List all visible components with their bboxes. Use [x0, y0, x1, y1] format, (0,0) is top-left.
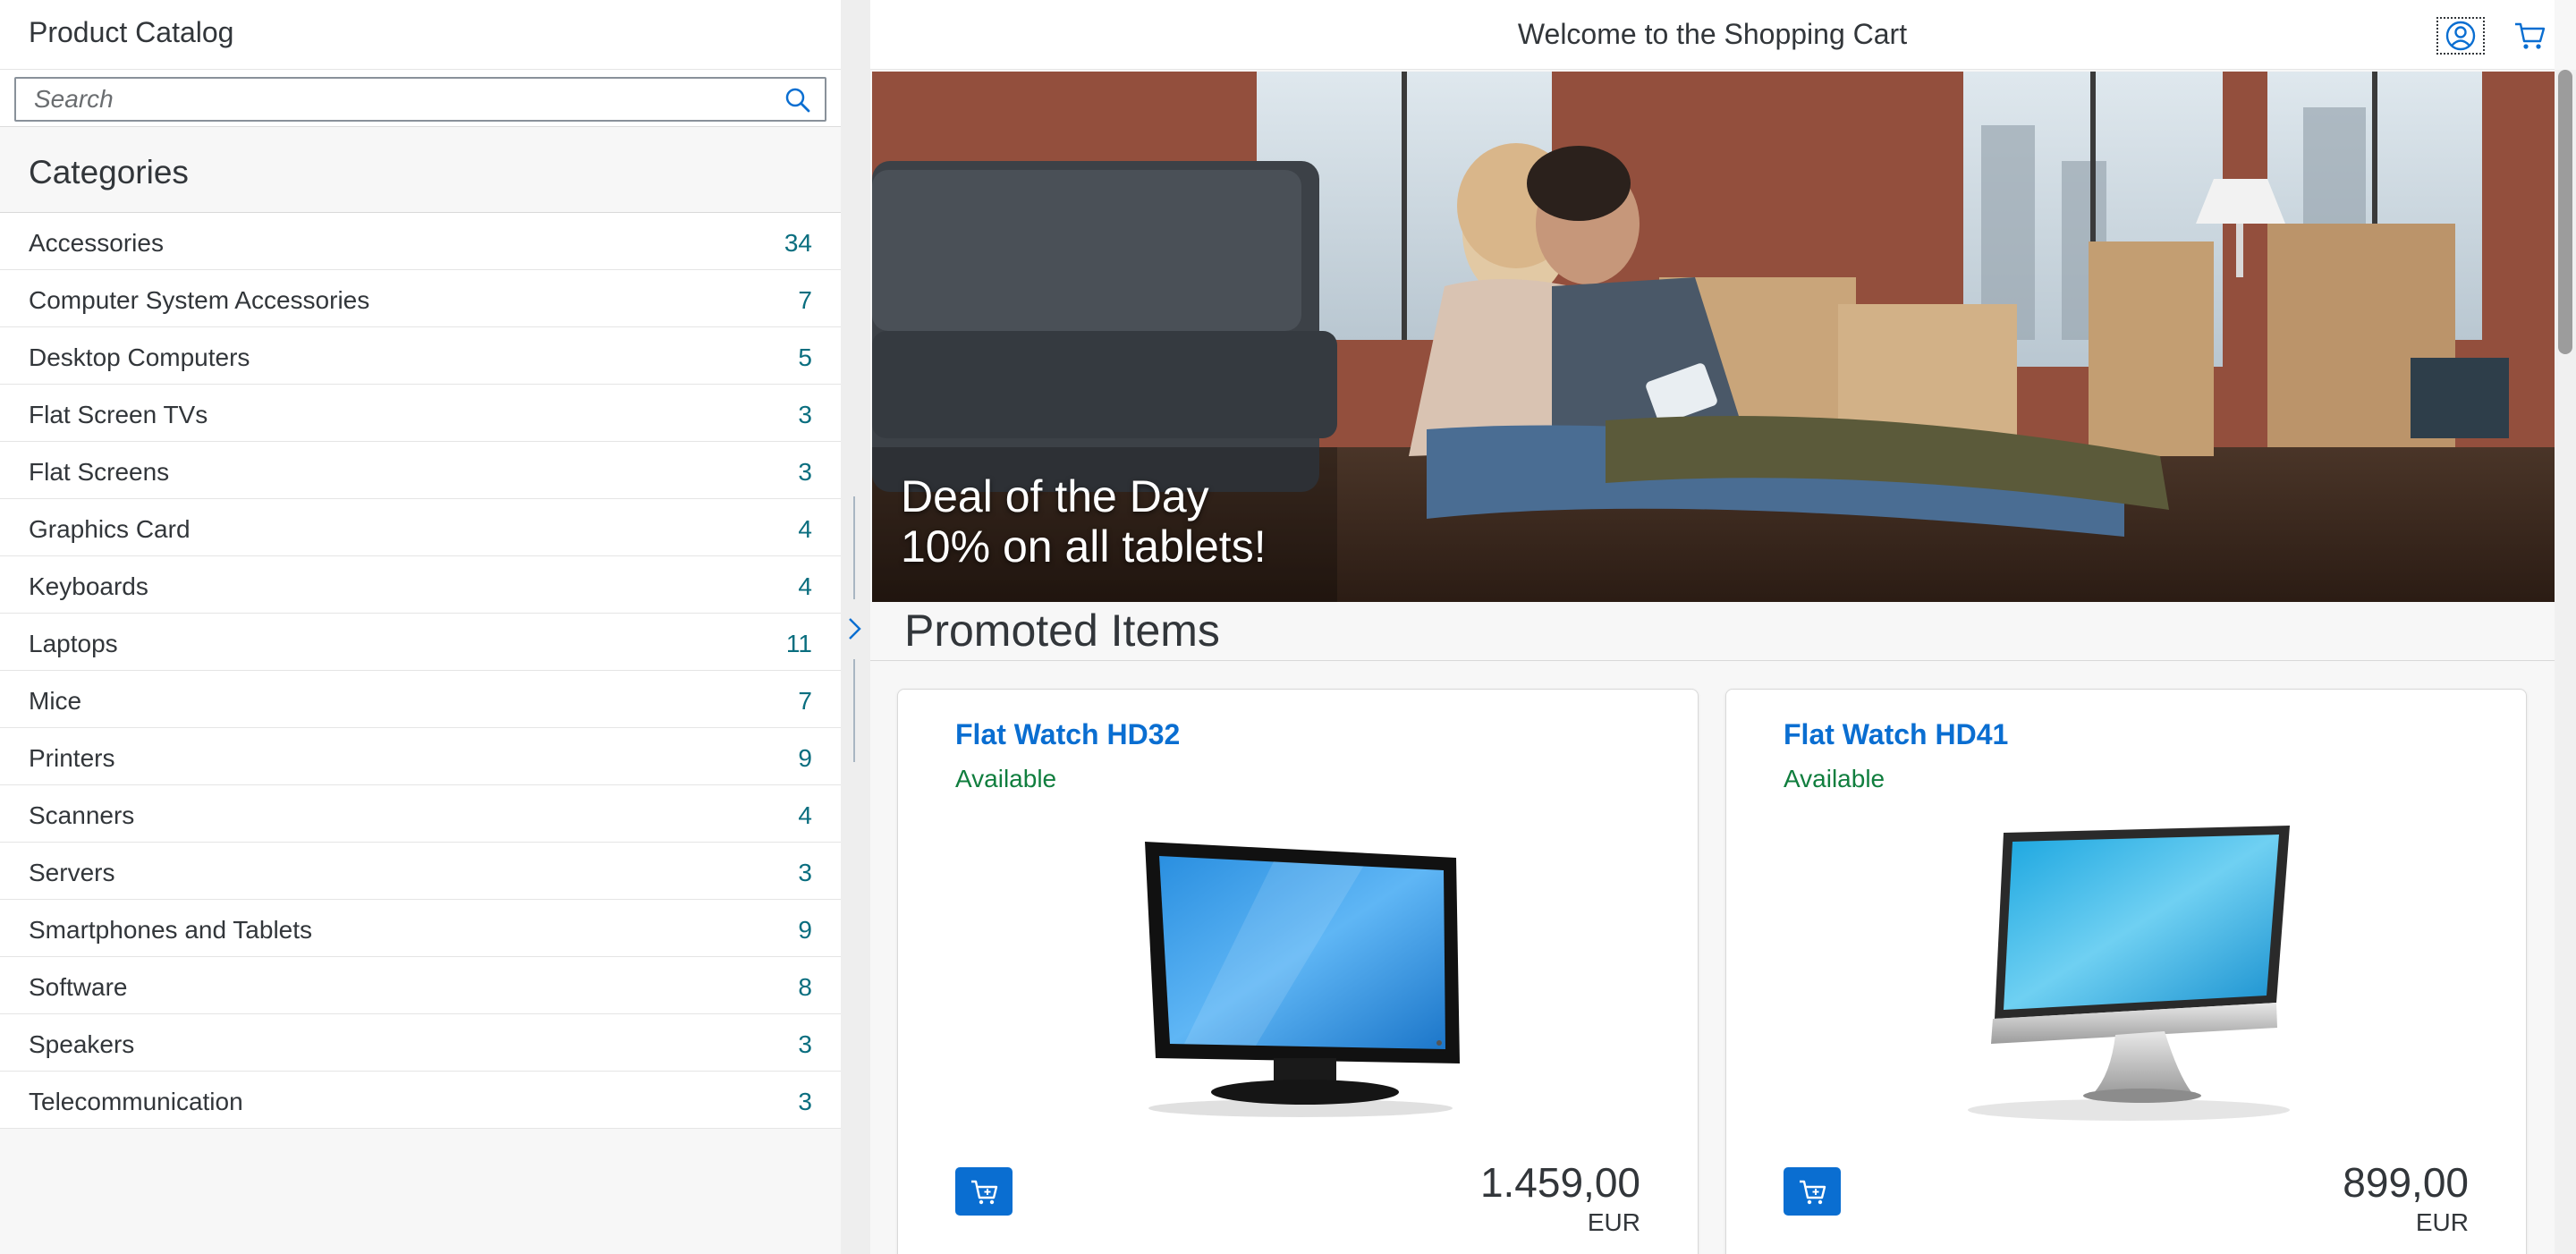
category-name: Graphics Card	[29, 515, 191, 543]
category-item-computer-system-accessories[interactable]: Computer System Accessories 7	[0, 270, 841, 327]
category-name: Desktop Computers	[29, 343, 250, 371]
category-name: Servers	[29, 859, 115, 886]
category-count: 9	[798, 744, 812, 772]
hero-title: Deal of the Day	[901, 471, 1209, 521]
category-count: 4	[798, 801, 812, 829]
category-item-speakers[interactable]: Speakers 3	[0, 1014, 841, 1072]
category-item-desktop-computers[interactable]: Desktop Computers 5	[0, 327, 841, 385]
master-title: Product Catalog	[29, 16, 234, 48]
availability-status: Available	[1784, 765, 1885, 792]
search-icon[interactable]	[784, 86, 812, 114]
chevron-right-icon[interactable]	[843, 612, 866, 646]
category-name: Flat Screen TVs	[29, 401, 208, 428]
category-item-software[interactable]: Software 8	[0, 957, 841, 1014]
category-count: 5	[798, 343, 812, 371]
category-count: 7	[798, 687, 812, 715]
category-count: 7	[798, 286, 812, 314]
category-count: 3	[798, 1088, 812, 1115]
product-name-link[interactable]: Flat Watch HD41	[1784, 718, 2008, 751]
pane-splitter[interactable]	[841, 0, 870, 1254]
search-field	[14, 77, 826, 122]
category-count: 4	[798, 515, 812, 543]
product-price: 1.459,00	[1479, 1159, 1640, 1206]
category-item-telecommunication[interactable]: Telecommunication 3	[0, 1072, 841, 1129]
search-input[interactable]	[16, 79, 767, 120]
promoted-items-title: Promoted Items	[904, 606, 1220, 656]
add-to-cart-icon	[1800, 1180, 1826, 1205]
category-count: 4	[798, 572, 812, 600]
category-item-servers[interactable]: Servers 3	[0, 843, 841, 900]
category-name: Flat Screens	[29, 458, 170, 486]
vertical-scrollbar[interactable]	[2555, 70, 2576, 1254]
product-image	[1145, 842, 1460, 1117]
product-image	[1968, 826, 2290, 1121]
hero-banner[interactable]: Deal of the Day 10% on all tablets!	[872, 72, 2555, 602]
category-name: Computer System Accessories	[29, 286, 370, 314]
category-name: Scanners	[29, 801, 135, 829]
category-item-accessories[interactable]: Accessories 34	[0, 213, 841, 270]
product-card[interactable]: Flat Watch HD41 Available 899,00 EUR	[1725, 689, 2527, 1254]
category-name: Telecommunication	[29, 1088, 243, 1115]
category-item-printers[interactable]: Printers 9	[0, 728, 841, 785]
category-name: Smartphones and Tablets	[29, 916, 313, 944]
category-name: Mice	[29, 687, 82, 715]
category-item-smartphones-and-tablets[interactable]: Smartphones and Tablets 9	[0, 900, 841, 957]
avatar-button[interactable]	[2436, 17, 2485, 55]
category-item-laptops[interactable]: Laptops 11	[0, 614, 841, 671]
splitter-grip-top	[853, 496, 855, 599]
cart-icon[interactable]	[2512, 20, 2546, 52]
categories-title: Categories	[29, 154, 189, 191]
product-name-link[interactable]: Flat Watch HD32	[955, 718, 1180, 751]
user-avatar-icon	[2445, 21, 2476, 51]
category-name: Software	[29, 973, 128, 1001]
category-count: 3	[798, 1030, 812, 1058]
add-to-cart-icon	[971, 1180, 998, 1205]
category-item-flat-screens[interactable]: Flat Screens 3	[0, 442, 841, 499]
detail-pane: Welcome to the Shopping Cart Deal of the…	[870, 0, 2555, 1254]
category-count: 3	[798, 458, 812, 486]
master-pane: Product Catalog Categories Accessories 3…	[0, 0, 841, 1254]
category-name: Keyboards	[29, 572, 148, 600]
divider	[870, 660, 2555, 661]
master-header: Product Catalog	[0, 0, 841, 70]
search-row	[0, 70, 841, 127]
category-count: 3	[798, 401, 812, 428]
product-currency: EUR	[1587, 1208, 1640, 1236]
categories-header: Categories	[0, 127, 841, 213]
category-count: 11	[785, 630, 812, 657]
scrollbar-thumb[interactable]	[2558, 70, 2572, 354]
category-count: 3	[798, 859, 812, 886]
splitter-grip-bottom	[853, 659, 855, 762]
category-name: Speakers	[29, 1030, 135, 1058]
category-count: 9	[798, 916, 812, 944]
category-item-keyboards[interactable]: Keyboards 4	[0, 556, 841, 614]
detail-header: Welcome to the Shopping Cart	[870, 0, 2555, 70]
page-title: Welcome to the Shopping Cart	[1517, 18, 1908, 50]
category-count: 8	[798, 973, 812, 1001]
hero-subtitle: 10% on all tablets!	[901, 521, 1267, 572]
categories-list: Accessories 34 Computer System Accessori…	[0, 213, 841, 1129]
add-to-cart-button[interactable]	[1784, 1167, 1841, 1216]
category-count: 34	[784, 229, 812, 257]
product-price: 899,00	[2343, 1159, 2469, 1206]
category-item-mice[interactable]: Mice 7	[0, 671, 841, 728]
category-item-graphics-card[interactable]: Graphics Card 4	[0, 499, 841, 556]
availability-status: Available	[955, 765, 1057, 792]
category-name: Laptops	[29, 630, 118, 657]
product-card[interactable]: Flat Watch HD32 Available 1.459,00 EUR	[897, 689, 1699, 1254]
category-item-scanners[interactable]: Scanners 4	[0, 785, 841, 843]
product-currency: EUR	[2415, 1208, 2469, 1236]
category-name: Accessories	[29, 229, 164, 257]
category-item-flat-screen-tvs[interactable]: Flat Screen TVs 3	[0, 385, 841, 442]
category-name: Printers	[29, 744, 115, 772]
add-to-cart-button[interactable]	[955, 1167, 1013, 1216]
